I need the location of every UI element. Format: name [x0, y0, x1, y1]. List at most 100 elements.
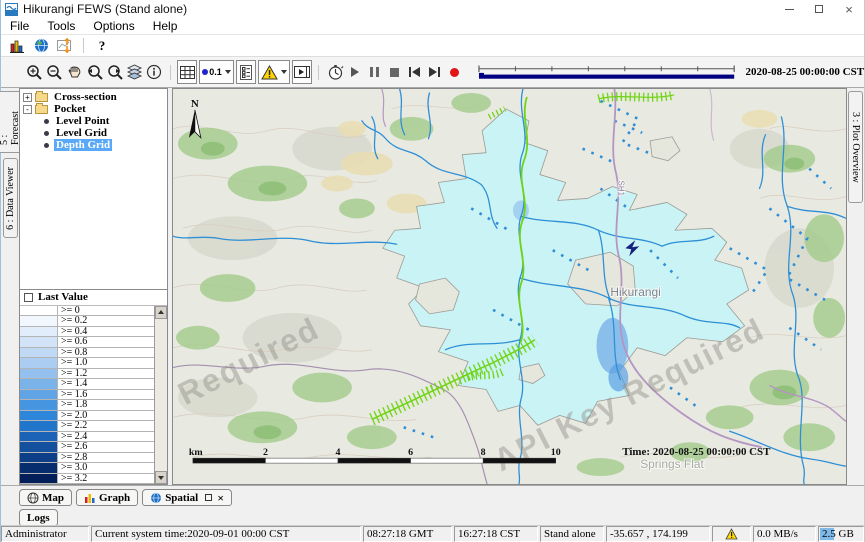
chevron-down-icon	[225, 70, 231, 74]
title-bar: Hikurangi FEWS (Stand alone) ×	[1, 0, 864, 18]
layers-icon[interactable]	[124, 60, 144, 84]
window-title: Hikurangi FEWS (Stand alone)	[23, 2, 187, 16]
step-backward-icon[interactable]	[405, 60, 425, 84]
menu-options[interactable]: Options	[84, 19, 143, 33]
label-sh1: SH1	[616, 181, 625, 197]
pause-icon[interactable]	[365, 60, 385, 84]
legend-row: >= 0.8	[20, 348, 154, 359]
database-display-icon[interactable]	[5, 36, 29, 55]
legend-row: >= 2.0	[20, 411, 154, 422]
legend-value: >= 0.2	[58, 316, 154, 326]
classification-icon[interactable]	[236, 60, 256, 84]
scroll-down-icon[interactable]	[155, 471, 167, 484]
tab-plot-overview[interactable]: 3 : Plot Overview	[848, 91, 863, 203]
help-icon[interactable]: ?	[90, 36, 114, 55]
menu-bar: File Tools Options Help	[1, 18, 864, 35]
bullet-icon	[44, 119, 49, 124]
info-icon[interactable]	[144, 60, 164, 84]
zoom-next-icon[interactable]	[105, 60, 125, 84]
label-springs-flat: Springs Flat	[640, 457, 704, 471]
warning-icon[interactable]	[258, 60, 290, 84]
legend-row: >= 2.2	[20, 421, 154, 432]
tab-data-viewer[interactable]: 6 : Data Viewer	[3, 158, 18, 238]
tree-item-level-point[interactable]: Level Point	[20, 115, 167, 127]
record-icon[interactable]	[444, 60, 464, 84]
map-view[interactable]: API Key Required API Key Required N km 2…	[172, 88, 847, 485]
legend-color-swatch	[20, 369, 58, 379]
legend-value: >= 1.8	[58, 400, 154, 410]
legend-value: >= 1.2	[58, 369, 154, 379]
folder-icon	[35, 93, 48, 102]
legend-value: >= 1.0	[58, 358, 154, 368]
tab-forecast[interactable]: 5 : Forecast	[0, 91, 23, 153]
zoom-in-icon[interactable]	[25, 60, 45, 84]
stop-icon[interactable]	[385, 60, 405, 84]
label-hikurangi: Hikurangi	[610, 285, 660, 299]
svg-text:6: 6	[408, 447, 413, 458]
legend-scrollbar[interactable]	[154, 306, 167, 485]
close-panel-icon[interactable]: ×	[217, 492, 224, 504]
map-display-icon[interactable]	[29, 36, 53, 55]
bullet-icon	[44, 143, 49, 148]
close-icon[interactable]: ×	[834, 0, 864, 18]
globe-icon	[27, 492, 39, 504]
legend-row: >= 1.0	[20, 358, 154, 369]
menu-help[interactable]: Help	[144, 19, 187, 33]
menu-file[interactable]: File	[1, 19, 38, 33]
legend-value: >= 2.8	[58, 453, 154, 463]
play-icon[interactable]	[345, 60, 365, 84]
last-value-checkbox[interactable]	[24, 293, 33, 302]
maximize-panel-icon[interactable]	[205, 494, 212, 501]
tab-spatial[interactable]: Spatial ×	[142, 489, 232, 506]
legend-value: >= 2.6	[58, 442, 154, 452]
legend-color-swatch	[20, 421, 58, 431]
menu-tools[interactable]: Tools	[38, 19, 84, 33]
tree-item-cross-section[interactable]: + Cross-section	[20, 91, 167, 103]
legend-value: >= 3.2	[58, 474, 154, 484]
status-gmt-time: 08:27:18 GMT	[363, 526, 452, 542]
pan-icon[interactable]	[65, 60, 85, 84]
status-warning-icon[interactable]	[712, 526, 751, 542]
zoom-previous-icon[interactable]	[85, 60, 105, 84]
folder-icon	[35, 105, 48, 114]
status-net-speed: 0.0 MB/s	[753, 526, 816, 542]
legend-row: >= 1.2	[20, 369, 154, 380]
animation-clock-icon[interactable]	[325, 60, 345, 84]
marker-dot-icon	[202, 69, 208, 75]
tree-item-depth-grid[interactable]: Depth Grid	[20, 139, 167, 151]
tree-item-level-grid[interactable]: Level Grid	[20, 127, 167, 139]
legend-row: >= 1.8	[20, 400, 154, 411]
legend-value: >= 1.4	[58, 379, 154, 389]
maximize-icon[interactable]	[804, 0, 834, 18]
expander-icon[interactable]: -	[23, 105, 32, 114]
svg-text:km: km	[189, 447, 204, 458]
legend-row: >= 0.6	[20, 337, 154, 348]
threshold-dot-icon[interactable]: 0.1	[199, 60, 234, 84]
movie-player-icon[interactable]	[292, 60, 312, 84]
legend-row: >= 2.8	[20, 453, 154, 464]
grid-icon[interactable]	[177, 60, 197, 84]
legend-color-swatch	[20, 474, 58, 484]
bottom-tab-area: Map Graph Spatial × Logs	[1, 485, 864, 525]
status-system-time: Current system time:2020-09-01 00:00 CST	[91, 526, 361, 542]
legend-row: >= 1.6	[20, 390, 154, 401]
map-toolbar: 0.1	[1, 56, 864, 88]
step-forward-icon[interactable]	[425, 60, 445, 84]
expander-icon[interactable]: +	[23, 93, 32, 102]
legend-color-swatch	[20, 316, 58, 326]
tree-item-pocket[interactable]: - Pocket	[20, 103, 167, 115]
time-slider[interactable]	[474, 63, 739, 82]
minimize-icon[interactable]	[774, 0, 804, 18]
zoom-out-icon[interactable]	[45, 60, 65, 84]
tab-graph[interactable]: Graph	[76, 489, 138, 506]
legend-row: >= 2.4	[20, 432, 154, 443]
tab-map[interactable]: Map	[19, 489, 72, 506]
threshold-value: 0.1	[209, 67, 222, 77]
tab-logs[interactable]: Logs	[19, 509, 58, 526]
svg-text:10: 10	[551, 447, 561, 458]
legend-row: >= 0	[20, 306, 154, 317]
spatial-display-icon[interactable]	[53, 36, 77, 55]
legend-color-swatch	[20, 400, 58, 410]
legend-color-swatch	[20, 348, 58, 358]
scroll-up-icon[interactable]	[155, 306, 167, 319]
